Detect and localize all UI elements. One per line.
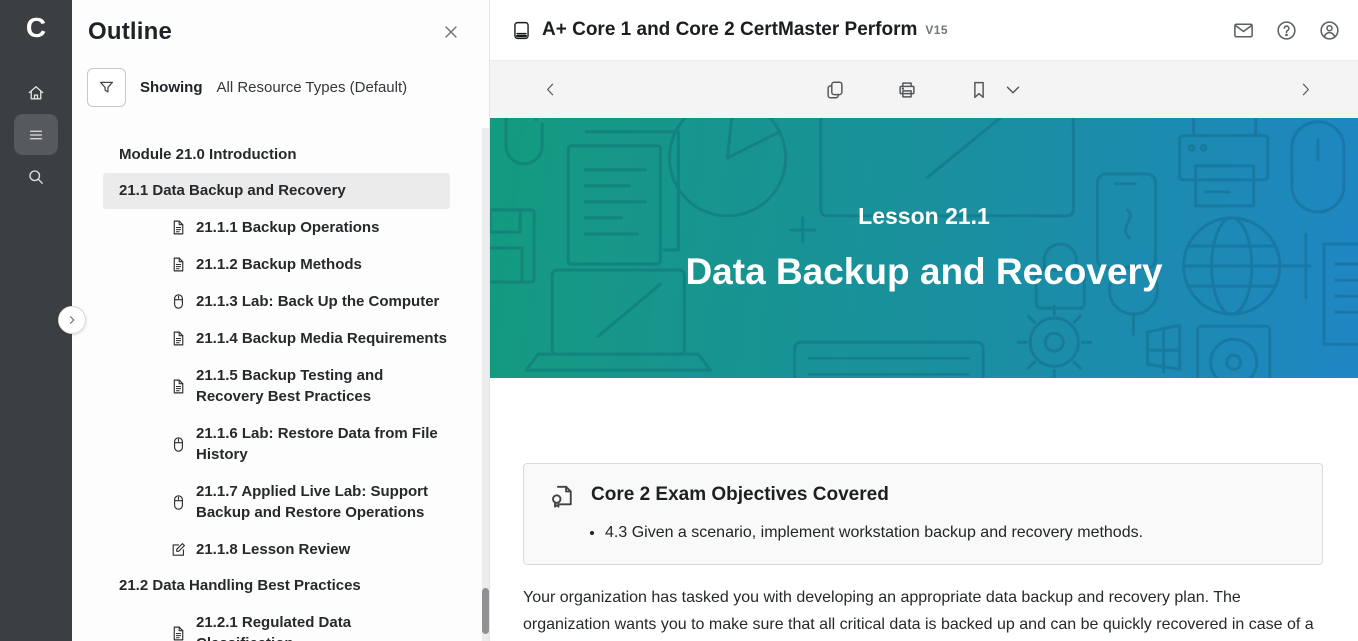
outline-section[interactable]: 21.1 Data Backup and Recovery [103, 173, 450, 209]
outline-item[interactable]: 21.2.1 Regulated Data Classification [170, 604, 489, 641]
objectives-header: Core 2 Exam Objectives Covered [548, 481, 1298, 509]
outline-item-label: 21.1.6 Lab: Restore Data from File Histo… [196, 423, 448, 465]
bookmark-icon [968, 79, 990, 101]
print-button[interactable] [896, 79, 918, 101]
bookmark-group [968, 79, 1024, 101]
certificate-icon [548, 481, 576, 509]
panel-expand-button[interactable] [58, 306, 86, 334]
outline-title: Outline [88, 18, 172, 46]
lesson-paragraph: Your organization has tasked you with de… [523, 584, 1331, 641]
course-title: A+ Core 1 and Core 2 CertMaster Perform [542, 19, 917, 41]
bookmark-button[interactable] [968, 79, 990, 101]
rail-nav [14, 72, 58, 197]
doc-icon [170, 378, 187, 395]
outline-item[interactable]: 21.1.7 Applied Live Lab: Support Backup … [170, 473, 489, 531]
mail-icon [1232, 19, 1255, 42]
filter-row: Showing All Resource Types (Default) [87, 68, 489, 107]
doc-icon [170, 625, 187, 641]
lesson-number: Lesson 21.1 [858, 203, 990, 230]
home-button[interactable] [14, 72, 58, 113]
content-panel: A+ Core 1 and Core 2 CertMaster Perform … [490, 0, 1358, 641]
scrollbar-thumb[interactable] [482, 588, 489, 634]
outline-item[interactable]: 21.1.5 Backup Testing and Recovery Best … [170, 357, 489, 415]
outline-panel: Outline Showing All Resource Types (Defa… [72, 0, 490, 641]
outline-item-label: 21.2.1 Regulated Data Classification [196, 612, 448, 641]
outline-item-label: 21.1.5 Backup Testing and Recovery Best … [196, 365, 448, 407]
copy-icon [824, 79, 846, 101]
lesson-content: Core 2 Exam Objectives Covered 4.3 Given… [490, 378, 1358, 641]
menu-icon [26, 125, 46, 145]
outline-nav-button[interactable] [14, 114, 58, 155]
comptia-logo: C [26, 12, 46, 44]
objectives-list: 4.3 Given a scenario, implement workstat… [605, 521, 1298, 545]
header-actions [1230, 17, 1342, 43]
objective-bullet: 4.3 Given a scenario, implement workstat… [605, 521, 1298, 545]
outline-item[interactable]: 21.1.1 Backup Operations [170, 209, 489, 246]
course-version: V15 [925, 23, 948, 37]
doc-icon [170, 219, 187, 236]
bookmark-menu-button[interactable] [1002, 79, 1024, 101]
outline-item-label: 21.1.4 Backup Media Requirements [196, 328, 448, 349]
objectives-title: Core 2 Exam Objectives Covered [591, 484, 889, 506]
previous-page-button[interactable] [542, 81, 559, 98]
search-button[interactable] [14, 156, 58, 197]
filter-showing-label: Showing [140, 79, 203, 96]
filter-value: All Resource Types (Default) [217, 79, 408, 96]
outline-section[interactable]: 21.2 Data Handling Best Practices [103, 568, 450, 604]
messages-button[interactable] [1230, 17, 1256, 43]
review-icon [170, 541, 187, 558]
print-icon [896, 79, 918, 101]
lesson-banner: Lesson 21.1 Data Backup and Recovery [490, 118, 1358, 378]
outline-scrollbar[interactable] [482, 128, 489, 641]
app-root: C Outline Showing All R [0, 0, 1358, 641]
help-button[interactable] [1273, 17, 1299, 43]
toolbar-center [824, 79, 1024, 101]
outline-item[interactable]: 21.1.6 Lab: Restore Data from File Histo… [170, 415, 489, 473]
outline-item-label: 21.1.7 Applied Live Lab: Support Backup … [196, 481, 448, 523]
outline-item[interactable]: 21.1.4 Backup Media Requirements [170, 320, 489, 357]
lesson-title: Data Backup and Recovery [685, 251, 1162, 293]
outline-item-label: 21.1.3 Lab: Back Up the Computer [196, 291, 448, 312]
copy-button[interactable] [824, 79, 846, 101]
lab-icon [170, 293, 187, 310]
chevron-right-icon [1297, 81, 1314, 98]
close-outline-button[interactable] [439, 20, 463, 44]
chevron-right-icon [66, 314, 78, 326]
lab-icon [170, 494, 187, 511]
filter-icon [97, 78, 116, 97]
outline-item-label: 21.1.2 Backup Methods [196, 254, 448, 275]
outline-section[interactable]: Module 21.0 Introduction [103, 137, 450, 173]
account-button[interactable] [1316, 17, 1342, 43]
account-icon [1318, 19, 1341, 42]
home-icon [26, 83, 46, 103]
outline-header: Outline [72, 0, 489, 46]
outline-item[interactable]: 21.1.2 Backup Methods [170, 246, 489, 283]
chevron-left-icon [542, 81, 559, 98]
outline-item-label: 21.1.8 Lesson Review [196, 539, 448, 560]
help-icon [1275, 19, 1298, 42]
exam-objectives-box: Core 2 Exam Objectives Covered 4.3 Given… [523, 463, 1323, 565]
outline-item[interactable]: 21.1.3 Lab: Back Up the Computer [170, 283, 489, 320]
lab-icon [170, 436, 187, 453]
course-header: A+ Core 1 and Core 2 CertMaster Perform … [490, 0, 1358, 60]
outline-list: Module 21.0 Introduction21.1 Data Backup… [72, 137, 489, 641]
lesson-toolbar [490, 60, 1358, 118]
doc-icon [170, 256, 187, 273]
banner-tech-pattern [490, 118, 1358, 378]
filter-button[interactable] [87, 68, 126, 107]
next-page-button[interactable] [1297, 81, 1314, 98]
search-icon [26, 167, 46, 187]
course-book-icon [511, 20, 532, 41]
outline-item[interactable]: 21.1.8 Lesson Review [170, 531, 489, 568]
outline-item-label: 21.1.1 Backup Operations [196, 217, 448, 238]
chevron-down-icon [1002, 79, 1024, 101]
doc-icon [170, 330, 187, 347]
close-icon [441, 22, 461, 42]
